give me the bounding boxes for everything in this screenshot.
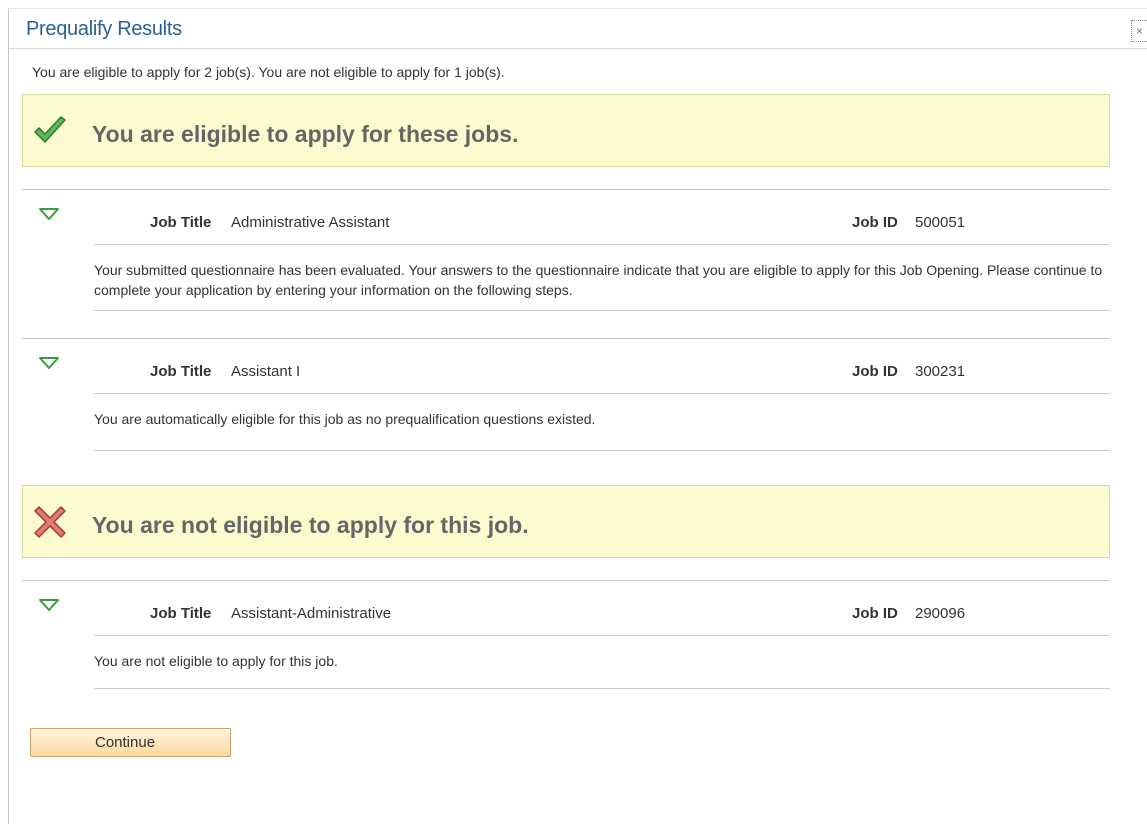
- window-left-border: [8, 8, 9, 824]
- job-bottom-divider: [94, 450, 1110, 451]
- job-title-label: Job Title: [150, 363, 212, 380]
- job-title-value: Administrative Assistant: [231, 214, 390, 231]
- job-id-value: 290096: [915, 605, 966, 622]
- triangle-down-icon[interactable]: [38, 598, 60, 612]
- eligibility-summary: You are eligible to apply for 2 job(s). …: [32, 64, 505, 80]
- job-header-divider: [94, 393, 1110, 394]
- job-item: Job Title Administrative Assistant Job I…: [22, 189, 1110, 313]
- x-mark-icon: [34, 506, 66, 538]
- ineligible-banner-text: You are not eligible to apply for this j…: [92, 512, 529, 538]
- continue-button[interactable]: Continue: [30, 728, 231, 757]
- job-description: You are automatically eligible for this …: [94, 411, 596, 427]
- job-description: You are not eligible to apply for this j…: [94, 653, 338, 669]
- job-header-divider: [94, 244, 1110, 245]
- triangle-down-icon[interactable]: [38, 207, 60, 221]
- job-title-label: Job Title: [150, 214, 212, 231]
- job-divider: [22, 338, 1110, 339]
- job-description: Your submitted questionnaire has been ev…: [94, 262, 1103, 298]
- close-icon[interactable]: ×: [1131, 20, 1147, 42]
- job-bottom-divider: [94, 688, 1110, 689]
- job-item: Job Title Assistant I Job ID 300231 You …: [22, 338, 1110, 452]
- job-bottom-divider: [94, 310, 1110, 311]
- job-divider: [22, 189, 1110, 190]
- checkmark-icon: [34, 116, 66, 143]
- eligible-banner-text: You are eligible to apply for these jobs…: [92, 121, 519, 147]
- job-title-value: Assistant I: [231, 363, 301, 380]
- job-item: Job Title Assistant-Administrative Job I…: [22, 580, 1110, 690]
- job-title-label: Job Title: [150, 605, 212, 622]
- job-id-label: Job ID: [852, 214, 898, 231]
- eligible-banner: You are eligible to apply for these jobs…: [22, 94, 1110, 167]
- dialog-title: Prequalify Results: [26, 18, 182, 40]
- ineligible-banner: You are not eligible to apply for this j…: [22, 485, 1110, 558]
- job-title-value: Assistant-Administrative: [231, 605, 392, 622]
- triangle-down-icon[interactable]: [38, 356, 60, 370]
- job-id-label: Job ID: [852, 363, 898, 380]
- title-divider: [9, 48, 1147, 49]
- job-id-label: Job ID: [852, 605, 898, 622]
- window-top-border: [8, 8, 1147, 9]
- job-header-divider: [94, 635, 1110, 636]
- job-divider: [22, 580, 1110, 581]
- job-id-value: 500051: [915, 214, 966, 231]
- job-id-value: 300231: [915, 363, 966, 380]
